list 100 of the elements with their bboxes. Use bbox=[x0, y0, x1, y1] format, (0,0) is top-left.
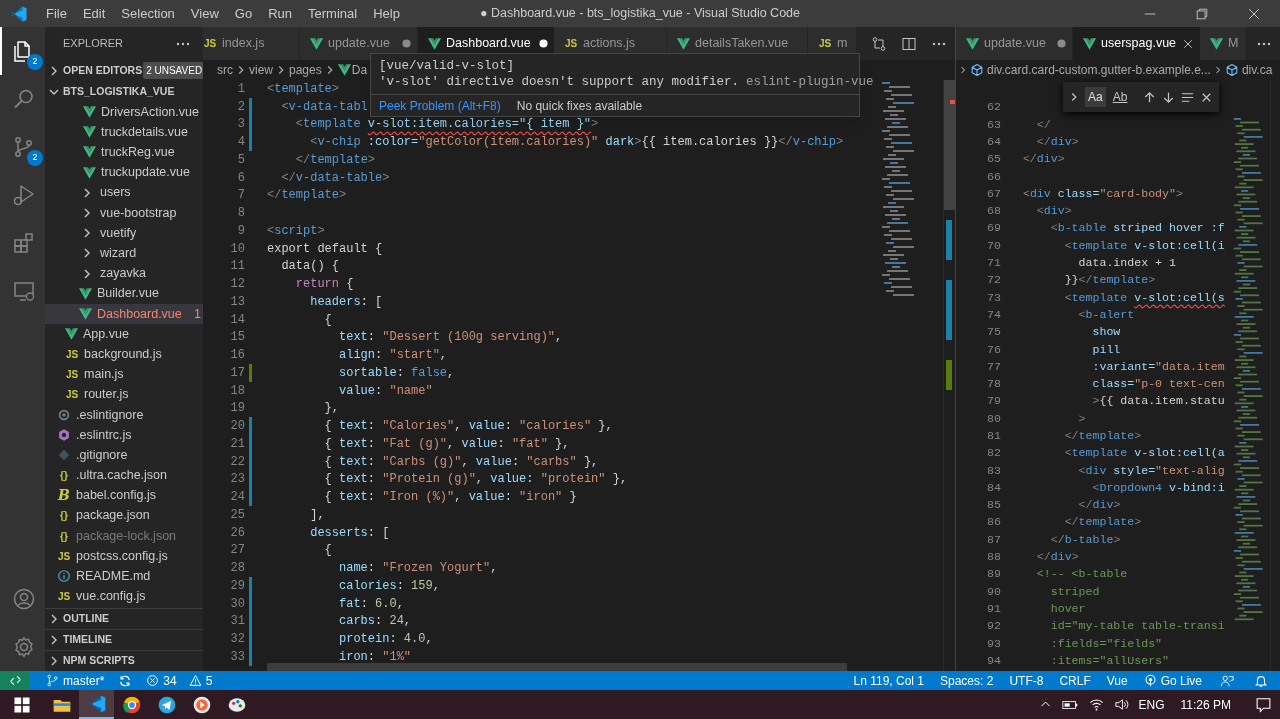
code-text: </ bbox=[1035, 116, 1051, 133]
status-item[interactable]: Go Live bbox=[1137, 671, 1208, 690]
line-number: 30 bbox=[229, 595, 245, 613]
line-number: 18 bbox=[229, 382, 245, 400]
wifi-icon[interactable] bbox=[1088, 697, 1104, 712]
breadcrumb-item[interactable]: src bbox=[217, 61, 233, 79]
account-icon[interactable] bbox=[11, 587, 36, 611]
language-indicator[interactable]: ENG bbox=[1138, 695, 1165, 714]
close-icon[interactable] bbox=[1247, 6, 1261, 21]
line-number: 25 bbox=[229, 506, 245, 524]
line-number: 5 bbox=[236, 151, 245, 169]
run-debug-icon[interactable] bbox=[11, 183, 36, 207]
file-tree-item[interactable]: JS vue.config.js bbox=[45, 586, 203, 607]
toggle-button[interactable]: Ab bbox=[1109, 87, 1131, 107]
scrollbar[interactable] bbox=[267, 663, 847, 671]
file-tree-item[interactable]: .eslintrc.js bbox=[45, 425, 203, 446]
editor-tab[interactable]: JS index.js bbox=[203, 27, 300, 60]
file-tree-item[interactable]: README.md bbox=[45, 566, 203, 587]
menu-item[interactable]: Terminal bbox=[300, 0, 366, 28]
clock[interactable]: 11:26 PM bbox=[1174, 695, 1237, 714]
file-tree-item[interactable]: .gitignore bbox=[45, 445, 203, 466]
menu-item[interactable]: File bbox=[38, 0, 75, 28]
file-tree-item[interactable]: Dashboard.vue 1 bbox=[45, 303, 203, 325]
editor-tab[interactable]: userspag.vue bbox=[1073, 27, 1200, 60]
dot-icon[interactable] bbox=[402, 39, 411, 48]
bell-icon[interactable] bbox=[1254, 673, 1268, 688]
file-tree-item[interactable]: App.vue bbox=[45, 324, 203, 345]
file-tree-item[interactable]: {} package.json bbox=[45, 505, 203, 526]
dot-icon[interactable] bbox=[539, 39, 548, 48]
code-text: > bbox=[1077, 410, 1086, 427]
sync-icon[interactable] bbox=[118, 673, 133, 688]
breadcrumb-item[interactable]: div.ca bbox=[1241, 61, 1273, 79]
status-item[interactable]: Vue bbox=[1100, 671, 1134, 690]
file-tree-item[interactable]: B babel.config.js bbox=[45, 485, 203, 506]
menu-item[interactable]: Go bbox=[226, 0, 261, 28]
editor-tab[interactable]: M bbox=[1200, 27, 1246, 60]
extensions-icon[interactable] bbox=[11, 231, 36, 255]
file-tree-item[interactable]: wizard bbox=[45, 243, 203, 264]
speaker-icon[interactable] bbox=[1113, 697, 1129, 712]
file-tree-item[interactable]: JS main.js bbox=[45, 364, 203, 385]
section-header[interactable]: BTS_LOGISTIKA_VUE bbox=[45, 81, 203, 102]
file-tree-item[interactable]: {} .ultra.cache.json bbox=[45, 465, 203, 486]
status-item[interactable]: master* bbox=[40, 671, 111, 690]
file-tree-item[interactable]: JS router.js bbox=[45, 384, 203, 405]
status-item[interactable]: Spaces: 2 bbox=[934, 671, 1000, 690]
file-tree-item[interactable]: vue-bootstrap bbox=[45, 202, 203, 224]
status-item[interactable]: Ln 119, Col 1 bbox=[847, 671, 930, 690]
restore-icon[interactable] bbox=[1195, 6, 1209, 21]
breadcrumb-item[interactable]: pages bbox=[289, 61, 322, 79]
line-number: 29 bbox=[229, 577, 245, 595]
close-icon[interactable] bbox=[1182, 37, 1194, 50]
file-tree-item[interactable]: truckReg.vue bbox=[45, 142, 203, 163]
panel-title: EXPLORER bbox=[63, 36, 123, 52]
menu-item[interactable]: Help bbox=[365, 0, 408, 28]
editor-tab[interactable]: update.vue bbox=[300, 27, 418, 60]
file-tree-item[interactable]: Builder.vue bbox=[45, 283, 203, 304]
remote-icon[interactable] bbox=[8, 674, 22, 687]
file-tree-item[interactable]: .eslintignore bbox=[45, 404, 203, 425]
file-tree-item[interactable]: truckdetails.vue bbox=[45, 122, 203, 143]
code-text: </template> bbox=[1063, 428, 1142, 444]
status-item[interactable]: 5 bbox=[182, 671, 219, 690]
section-title: BTS_LOGISTIKA_VUE bbox=[63, 83, 175, 99]
editor-tab[interactable]: update.vue bbox=[956, 27, 1073, 60]
code-text: class="p-0 text-cen bbox=[1091, 376, 1225, 393]
monitor-icon[interactable] bbox=[11, 279, 36, 303]
paper-plane-icon[interactable] bbox=[156, 694, 177, 715]
status-item[interactable]: CRLF bbox=[1053, 671, 1097, 690]
code-text: <div> bbox=[1035, 203, 1072, 220]
status-item[interactable]: UTF-8 bbox=[1003, 671, 1050, 690]
menu-item[interactable]: View bbox=[182, 0, 227, 28]
breadcrumb-item[interactable]: div.card.card-custom.gutter-b.example.e... bbox=[987, 61, 1211, 79]
file-tree-item[interactable]: truckupdate.vue bbox=[45, 162, 203, 183]
compare-icon[interactable] bbox=[871, 35, 887, 52]
file-tree-item[interactable]: users bbox=[45, 182, 203, 203]
message-icon[interactable] bbox=[1255, 696, 1272, 713]
file-name: .gitignore bbox=[76, 446, 128, 464]
menu-item[interactable]: Edit bbox=[74, 0, 114, 28]
breadcrumb-item[interactable]: view bbox=[249, 61, 273, 79]
status-item[interactable]: 34 bbox=[140, 671, 183, 690]
status-text: Go Live bbox=[1160, 672, 1202, 690]
circle-app-icon[interactable] bbox=[121, 694, 142, 715]
file-tree-item[interactable]: JS background.js bbox=[45, 344, 203, 365]
split-editor-icon[interactable] bbox=[901, 35, 917, 52]
feedback-icon[interactable] bbox=[1220, 673, 1234, 688]
toggle-button[interactable]: Aa bbox=[1085, 87, 1106, 107]
line-number: 87 bbox=[986, 531, 1001, 548]
file-tree-item[interactable]: {} package-lock.json bbox=[45, 525, 203, 547]
breadcrumb-item[interactable]: Da bbox=[351, 61, 368, 79]
round-app-icon[interactable] bbox=[191, 694, 212, 715]
ribbon-app-icon[interactable] bbox=[86, 693, 107, 714]
menu-item[interactable]: Selection bbox=[113, 0, 183, 28]
peek-problem-link[interactable]: Peek Problem (Alt+F8) bbox=[379, 96, 501, 115]
file-tree-item[interactable]: JS postcss.config.js bbox=[45, 546, 203, 567]
code-text: :fields="fields" bbox=[1049, 635, 1163, 652]
file-tree-item[interactable]: DriversAction.vue bbox=[45, 102, 203, 123]
menu-item[interactable]: Run bbox=[260, 0, 300, 28]
file-tree-item[interactable]: zayavka bbox=[45, 263, 203, 284]
file-tree-item[interactable]: vuetify bbox=[45, 223, 203, 244]
section-header[interactable]: OPEN EDITORS 2 UNSAVED bbox=[45, 60, 203, 81]
dot-icon[interactable] bbox=[1057, 39, 1066, 48]
